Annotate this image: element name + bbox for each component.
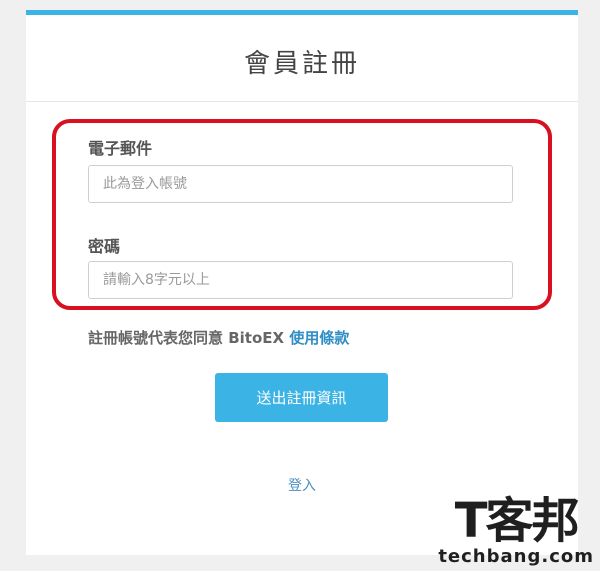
watermark-logo: T客邦 [454, 493, 580, 549]
terms-text: 註冊帳號代表您同意 BitoEX 使用條款 [88, 327, 349, 348]
title-divider [26, 101, 578, 102]
password-label: 密碼 [88, 237, 121, 256]
login-link[interactable]: 登入 [26, 475, 578, 495]
techbang-watermark: T客邦 techbang.com [438, 496, 594, 567]
submit-registration-button[interactable]: 送出註冊資訊 [215, 373, 388, 422]
email-field[interactable] [88, 165, 513, 203]
password-field[interactable] [88, 261, 513, 299]
terms-prefix: 註冊帳號代表您同意 BitoEX [88, 329, 290, 347]
registration-card: 會員註冊 電子郵件 密碼 註冊帳號代表您同意 BitoEX 使用條款 送出註冊資… [26, 10, 578, 555]
terms-link[interactable]: 使用條款 [289, 329, 349, 347]
email-label: 電子郵件 [88, 139, 153, 158]
watermark-domain: techbang.com [438, 546, 594, 567]
page-title: 會員註冊 [243, 49, 360, 79]
